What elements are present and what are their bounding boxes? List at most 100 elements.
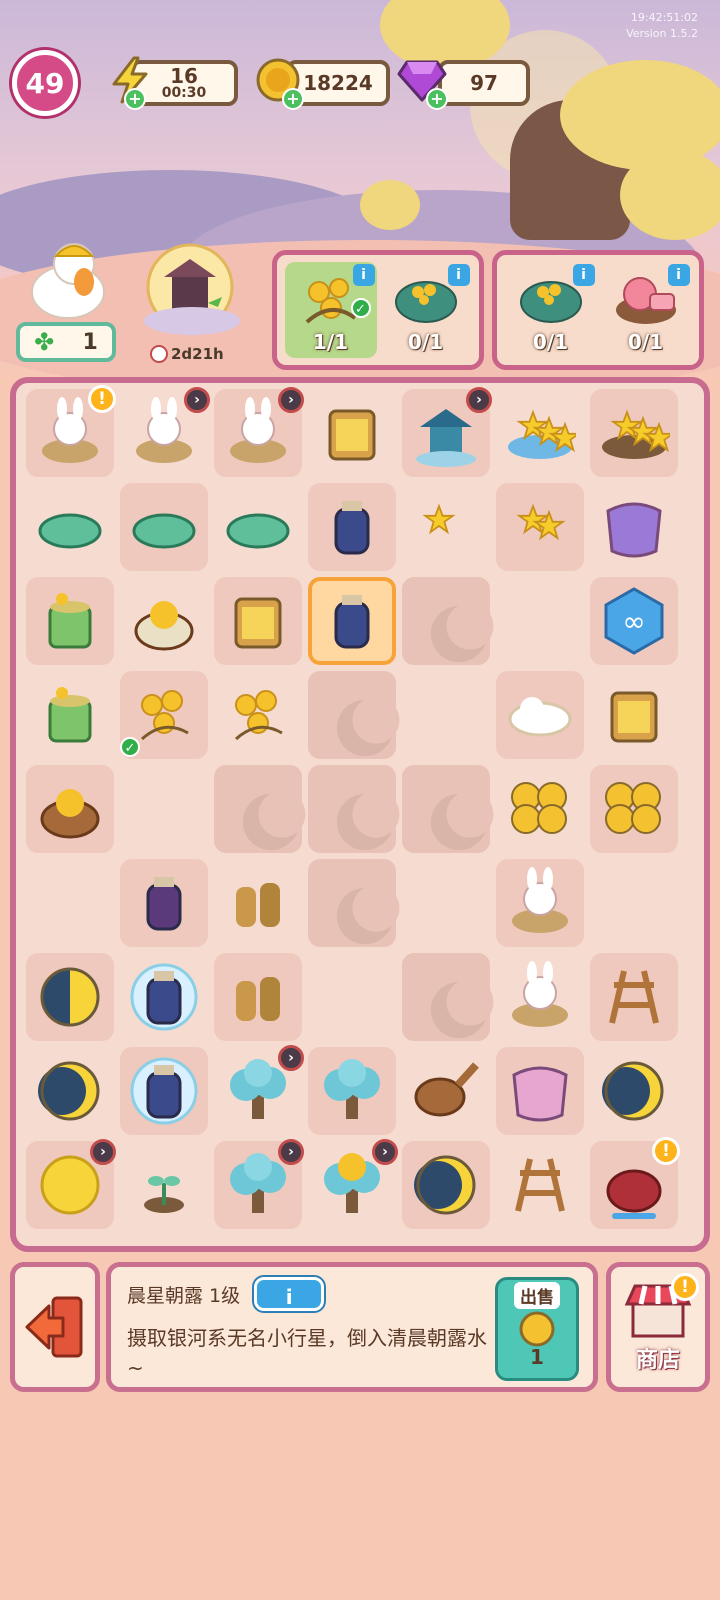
board-item-lantern-box-stars[interactable] <box>308 389 396 477</box>
info-icon[interactable]: i <box>447 264 470 286</box>
order-card-1[interactable]: i ✓ 1/1 i 0/1 <box>272 250 484 370</box>
board-item-wooden-scoop[interactable] <box>402 1047 490 1135</box>
board-item-flower-basket[interactable] <box>26 765 114 853</box>
crescent-lock-icon <box>423 786 494 851</box>
board-cell-empty[interactable] <box>496 577 584 665</box>
board-item-red-teapot[interactable]: ! <box>590 1137 680 1229</box>
board-item-bunny-mortar-2[interactable]: › <box>214 387 304 477</box>
order-item-pink-mooncake[interactable]: i 0/1 <box>600 262 692 358</box>
info-icon[interactable]: i <box>352 264 375 286</box>
board-cell-locked[interactable] <box>402 577 494 665</box>
board-item-bunny-mortar[interactable]: › <box>120 387 210 477</box>
board-item-star-basket[interactable] <box>590 389 678 477</box>
version-text: 19:42:51:02 Version 1.5.2 <box>626 11 698 40</box>
jade-bowl-icon <box>132 513 196 549</box>
board-item-dew-cup[interactable] <box>308 577 396 665</box>
board-cell-empty[interactable] <box>120 765 208 853</box>
board-item-green-tray[interactable] <box>26 483 114 571</box>
order-card-2[interactable]: i 0/1 i 0/1 <box>492 250 704 370</box>
helper-counter[interactable]: ✤ 1 <box>16 322 116 362</box>
board-item-osmanthus-flower[interactable]: ✓ <box>120 671 208 759</box>
board-item-coin-stack[interactable] <box>496 765 584 853</box>
board-item-blue-tree-2[interactable] <box>308 1047 396 1135</box>
board-item-loom-glow[interactable] <box>496 1141 584 1229</box>
board-cell-locked[interactable] <box>402 953 494 1041</box>
board-item-blue-tree[interactable]: › <box>214 1045 304 1135</box>
board-item-half-moon[interactable] <box>26 953 114 1041</box>
star-2-icon <box>516 503 566 541</box>
board-item-jelly-cake[interactable] <box>120 577 208 665</box>
gem-counter[interactable]: 97 <box>438 60 530 106</box>
info-icon[interactable]: i <box>667 264 690 286</box>
board-item-coin-pile[interactable] <box>590 765 678 853</box>
board-item-star-plate[interactable] <box>496 389 584 477</box>
board-item-lantern-box-stars-2[interactable] <box>590 671 678 759</box>
board-item-jade-flower-plate[interactable] <box>214 483 302 571</box>
board-item-infinity-token[interactable]: ∞ <box>590 577 678 665</box>
board-item-mooncake[interactable] <box>590 1047 678 1135</box>
board-item-blue-tree-3[interactable]: › <box>214 1139 304 1229</box>
add-energy-button[interactable]: + <box>124 88 146 110</box>
board-item-lantern-jar[interactable] <box>214 577 302 665</box>
board-cell-locked[interactable] <box>402 765 494 853</box>
level-badge[interactable]: 49 <box>12 50 78 116</box>
board-cell-empty[interactable] <box>26 859 114 947</box>
board-item-bunny-slippers[interactable] <box>496 953 584 1041</box>
chain-arrow-icon: › <box>278 1045 304 1071</box>
board-item-ink-bottle[interactable] <box>120 859 208 947</box>
sell-button[interactable]: 出售 1 <box>495 1277 579 1381</box>
chain-arrow-icon: › <box>466 387 492 413</box>
add-gem-button[interactable]: + <box>426 88 448 110</box>
board-item-bunny-pillow[interactable] <box>496 859 584 947</box>
moon-pagoda-event-icon[interactable] <box>138 243 246 339</box>
board-cell-empty[interactable] <box>590 859 678 947</box>
shop-alert-badge: ! <box>671 1273 699 1301</box>
board-item-loom-frame[interactable] <box>590 953 678 1041</box>
board-cell-locked[interactable] <box>308 859 400 947</box>
board-item-taro-mooncake[interactable] <box>402 1141 490 1229</box>
board-item-twine-rolls[interactable] <box>214 859 302 947</box>
shop-button[interactable]: 商店 ! <box>606 1262 710 1392</box>
board-item-pink-cloth[interactable] <box>496 1047 584 1135</box>
order-item-leaf-wrap[interactable]: i 0/1 <box>380 262 472 358</box>
item-info-button[interactable]: i <box>254 1277 325 1311</box>
board-item-full-moon[interactable]: › <box>26 1139 116 1229</box>
board-item-bamboo-bucket[interactable] <box>26 577 114 665</box>
board-item-osmanthus-tree[interactable]: › <box>308 1139 398 1229</box>
board-item-sprout[interactable] <box>120 1141 208 1229</box>
star-basket-icon <box>602 409 670 459</box>
board-item-crescent-moon[interactable] <box>26 1047 114 1135</box>
board-item-bamboo-bucket-2[interactable] <box>26 671 114 759</box>
order-item-osmanthus[interactable]: i ✓ 1/1 <box>284 262 377 358</box>
add-coin-button[interactable]: + <box>282 88 304 110</box>
board-cell-locked[interactable] <box>308 765 400 853</box>
info-icon[interactable]: i <box>572 264 595 286</box>
board-item-cloud[interactable] <box>496 671 584 759</box>
board-item-bubble-jars[interactable] <box>120 1047 208 1135</box>
board-item-jade-bowl[interactable] <box>120 483 208 571</box>
board-item-star-2[interactable] <box>496 483 584 571</box>
board-item-moon-pagoda[interactable]: › <box>402 387 492 477</box>
board-cell-empty[interactable] <box>402 859 490 947</box>
item-info-panel: 晨星朝露 1级 i 摄取银河系无名小行星，倒入清晨朝露水~ 出售 1 <box>106 1262 598 1392</box>
coin-icon <box>519 1311 555 1347</box>
merge-board[interactable]: ! › › › ∞ ✓ › › › ›! <box>10 377 710 1252</box>
taro-mooncake-icon <box>414 1155 476 1215</box>
board-cell-empty[interactable] <box>402 671 490 759</box>
board-cell-locked[interactable] <box>308 671 400 759</box>
helper-duck-avatar[interactable] <box>24 240 114 320</box>
board-cell-empty[interactable] <box>308 953 396 1041</box>
board-item-osmanthus-sprig[interactable] <box>214 671 302 759</box>
exit-button[interactable] <box>10 1262 100 1392</box>
board-item-bubble-jar[interactable] <box>120 953 208 1041</box>
board-cell-locked[interactable] <box>214 765 306 853</box>
board-item-thread-spool[interactable] <box>214 953 302 1041</box>
order-count: 0/1 <box>407 330 444 354</box>
board-item-purple-cloth[interactable] <box>590 483 678 571</box>
crescent-lock-icon <box>329 786 400 851</box>
board-item-star-1[interactable] <box>402 483 490 571</box>
board-item-water-bottle[interactable] <box>308 483 396 571</box>
order-item-leaf-wrap[interactable]: i 0/1 <box>505 262 597 358</box>
chain-arrow-icon: › <box>90 1139 116 1165</box>
board-item-rabbit-mortar-producer[interactable]: ! <box>26 385 116 477</box>
